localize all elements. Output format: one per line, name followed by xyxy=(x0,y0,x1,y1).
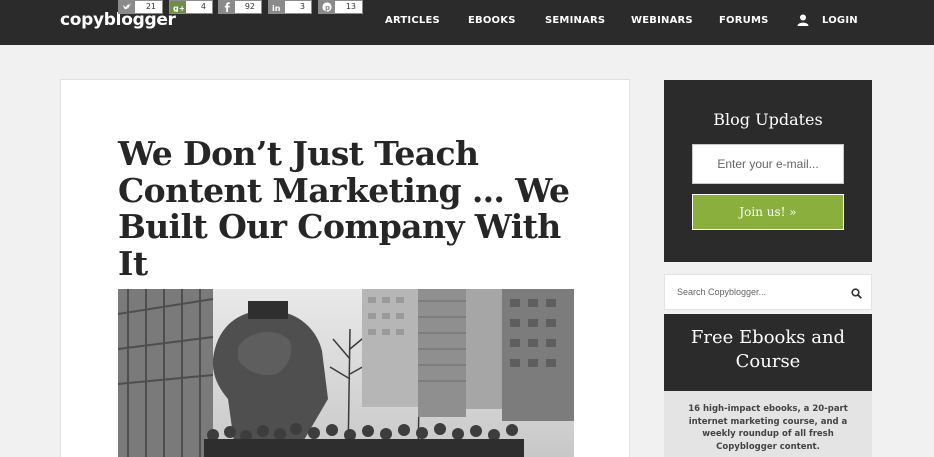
google-plus-icon: g+ xyxy=(170,1,186,13)
nav-articles[interactable]: ARTICLES xyxy=(385,15,440,26)
free-ebooks-description: 16 high-impact ebooks, a 20-part interne… xyxy=(688,404,848,452)
share-count: 92 xyxy=(244,2,255,11)
share-pinterest-button[interactable]: p 13 xyxy=(318,0,363,14)
linkedin-icon: in xyxy=(269,1,285,13)
nav-ebooks[interactable]: EBOOKS xyxy=(468,15,516,26)
svg-text:g+: g+ xyxy=(173,4,184,12)
email-input[interactable]: Enter your e-mail... xyxy=(692,144,844,184)
nav-forums[interactable]: FORUMS xyxy=(719,15,769,26)
share-linkedin-button[interactable]: in 3 xyxy=(268,0,312,14)
share-count: 3 xyxy=(299,2,305,11)
facebook-icon xyxy=(219,1,235,13)
share-count: 13 xyxy=(345,2,356,11)
search-icon[interactable] xyxy=(851,288,862,299)
article-photo xyxy=(118,289,574,457)
nav-webinars[interactable]: WEBINARS xyxy=(631,15,693,26)
svg-text:p: p xyxy=(325,4,330,12)
search-input[interactable]: Search Copyblogger... xyxy=(677,287,766,297)
blog-updates-title: Blog Updates xyxy=(713,110,823,129)
join-button[interactable]: Join us! » xyxy=(692,194,844,230)
search-box[interactable]: Search Copyblogger... xyxy=(664,274,872,310)
article-title[interactable]: We Don’t Just Teach Content Marketing … … xyxy=(118,135,588,282)
share-facebook-button[interactable]: 92 xyxy=(218,0,262,14)
free-ebooks-title: Free Ebooks and Course xyxy=(690,327,846,372)
share-twitter-button[interactable]: 21 xyxy=(118,0,163,14)
share-count: 21 xyxy=(145,2,156,11)
nav-seminars[interactable]: SEMINARS xyxy=(545,15,605,26)
share-count: 4 xyxy=(200,2,206,11)
twitter-icon xyxy=(119,1,135,13)
user-icon[interactable] xyxy=(797,14,809,26)
share-google-plus-button[interactable]: g+ 4 xyxy=(169,0,213,14)
free-ebooks-description-box: 16 high-impact ebooks, a 20-part interne… xyxy=(664,391,872,457)
blog-updates-widget: Blog Updates Enter your e-mail... Join u… xyxy=(664,80,872,262)
free-ebooks-widget: Free Ebooks and Course xyxy=(664,314,872,391)
svg-text:in: in xyxy=(272,4,281,12)
login-link[interactable]: LOGIN xyxy=(822,15,858,26)
pinterest-icon: p xyxy=(319,1,335,13)
